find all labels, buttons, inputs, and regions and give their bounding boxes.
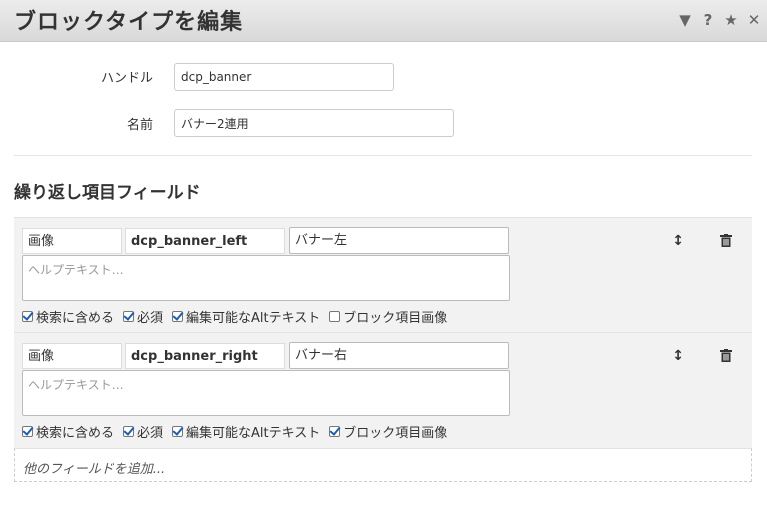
field-handle[interactable]: dcp_banner_right — [125, 343, 285, 369]
dialog-titlebar: ブロックタイプを編集 ▼ ? ★ ✕ — [0, 0, 767, 42]
section-title: 繰り返し項目フィールド — [14, 183, 201, 203]
field-row: 画像 dcp_banner_right バナー右 ヘルプテキスト… ↕ 検索に含… — [14, 332, 752, 448]
favorite-icon[interactable]: ★ — [724, 10, 738, 30]
dialog-controls: ▼ ? ★ ✕ — [678, 10, 761, 30]
dialog-title: ブロックタイプを編集 — [14, 10, 244, 35]
checkbox-label: 検索に含める — [36, 311, 115, 326]
checkbox-label: 編集可能なAltテキスト — [186, 311, 321, 326]
checkbox-item-image[interactable]: ブロック項目画像 — [329, 307, 447, 326]
checkbox-box[interactable] — [22, 311, 33, 322]
sort-handle-icon[interactable]: ↕ — [672, 348, 684, 364]
checkbox-required[interactable]: 必須 — [123, 422, 163, 441]
checkbox-label: 検索に含める — [36, 426, 115, 441]
checkbox-box[interactable] — [172, 311, 184, 322]
help-text-input[interactable]: ヘルプテキスト… — [22, 370, 510, 416]
checkbox-required[interactable]: 必須 — [123, 307, 163, 326]
checkbox-label: ブロック項目画像 — [343, 426, 448, 441]
checkbox-label: 必須 — [137, 311, 164, 326]
checkbox-box[interactable] — [22, 426, 33, 437]
sort-handle-icon[interactable]: ↕ — [672, 233, 684, 249]
name-input[interactable] — [174, 109, 454, 137]
checkbox-box[interactable] — [329, 426, 341, 437]
field-options: 検索に含める 必須 編集可能なAltテキスト ブロック項目画像 — [22, 422, 456, 441]
field-options: 検索に含める 必須 編集可能なAltテキスト ブロック項目画像 — [22, 307, 456, 326]
handle-label: ハンドル — [100, 71, 153, 86]
close-icon[interactable]: ✕ — [747, 10, 761, 30]
trash-icon[interactable] — [720, 349, 732, 362]
checkbox-box[interactable] — [329, 311, 341, 322]
checkbox-label: 編集可能なAltテキスト — [186, 426, 321, 441]
handle-input[interactable] — [174, 63, 394, 91]
field-label-input[interactable]: バナー左 — [289, 227, 509, 254]
checkbox-box[interactable] — [123, 311, 135, 322]
add-field-input[interactable]: 他のフィールドを追加... — [14, 448, 752, 482]
help-text-input[interactable]: ヘルプテキスト… — [22, 255, 510, 301]
checkbox-searchable[interactable]: 検索に含める — [22, 422, 114, 441]
checkbox-box[interactable] — [123, 426, 135, 437]
checkbox-searchable[interactable]: 検索に含める — [22, 307, 114, 326]
checkbox-alt-text[interactable]: 編集可能なAltテキスト — [172, 307, 320, 326]
collapse-icon[interactable]: ▼ — [678, 10, 692, 30]
checkbox-box[interactable] — [172, 426, 184, 437]
name-label: 名前 — [126, 118, 153, 133]
field-handle[interactable]: dcp_banner_left — [125, 228, 285, 254]
checkbox-alt-text[interactable]: 編集可能なAltテキスト — [172, 422, 320, 441]
checkbox-item-image[interactable]: ブロック項目画像 — [329, 422, 447, 441]
checkbox-label: ブロック項目画像 — [343, 311, 448, 326]
help-icon[interactable]: ? — [701, 10, 715, 30]
divider — [14, 155, 752, 156]
field-row: 画像 dcp_banner_left バナー左 ヘルプテキスト… ↕ 検索に含め… — [14, 217, 752, 332]
checkbox-label: 必須 — [137, 426, 164, 441]
field-type[interactable]: 画像 — [22, 343, 122, 369]
trash-icon[interactable] — [720, 234, 732, 247]
field-label-input[interactable]: バナー右 — [289, 342, 509, 369]
field-type[interactable]: 画像 — [22, 228, 122, 254]
